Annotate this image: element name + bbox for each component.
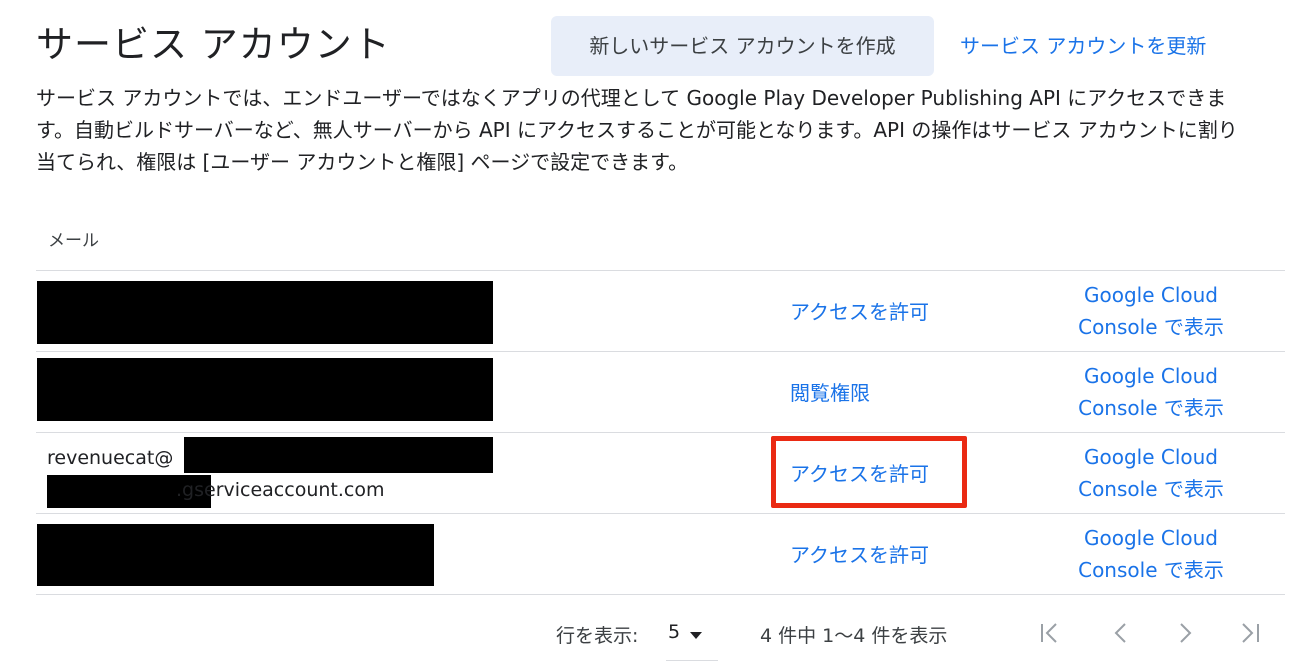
rows-per-page-value: 5 xyxy=(668,621,681,643)
rows-per-page-label: 行を表示: xyxy=(556,625,639,647)
view-in-cloud-console-link[interactable]: Google Cloud Console で表示 xyxy=(1036,522,1266,586)
redacted-email xyxy=(37,524,434,586)
view-permission-link[interactable]: 閲覧権限 xyxy=(790,377,990,406)
email-prefix: revenuecat@ xyxy=(47,447,174,469)
pagination-range: 4 件中 1〜4 件を表示 xyxy=(760,625,948,647)
table-row: アクセスを許可 Google Cloud Console で表示 xyxy=(36,514,1285,594)
next-page-icon[interactable] xyxy=(1166,613,1206,653)
page-title: サービス アカウント xyxy=(36,23,391,66)
console-link-line1: Google Cloud xyxy=(1083,364,1218,388)
description-text: サービス アカウントでは、エンドユーザーではなくアプリの代理として Google… xyxy=(36,86,1238,174)
refresh-service-accounts-link[interactable]: サービス アカウントを更新 xyxy=(946,16,1266,76)
redacted-email xyxy=(37,358,493,421)
table-row: 閲覧権限 Google Cloud Console で表示 xyxy=(36,352,1285,432)
column-header-email: メール xyxy=(48,231,99,251)
view-in-cloud-console-link[interactable]: Google Cloud Console で表示 xyxy=(1036,360,1266,424)
grant-access-link[interactable]: アクセスを許可 xyxy=(790,458,990,487)
redacted-email-part xyxy=(184,437,493,473)
console-link-line2: Console で表示 xyxy=(1078,396,1224,420)
first-page-icon[interactable] xyxy=(1030,613,1070,653)
console-link-line1: Google Cloud xyxy=(1083,283,1218,307)
grant-access-link[interactable]: アクセスを許可 xyxy=(790,296,990,325)
console-link-line2: Console で表示 xyxy=(1078,477,1224,501)
table-row: アクセスを許可 Google Cloud Console で表示 xyxy=(36,271,1285,351)
console-link-line2: Console で表示 xyxy=(1078,558,1224,582)
dropdown-caret-icon xyxy=(690,632,702,639)
console-link-line1: Google Cloud xyxy=(1083,526,1218,550)
email-suffix: .gserviceaccount.com xyxy=(176,479,385,501)
last-page-icon[interactable] xyxy=(1230,613,1270,653)
view-in-cloud-console-link[interactable]: Google Cloud Console で表示 xyxy=(1036,441,1266,505)
console-link-line2: Console で表示 xyxy=(1078,315,1224,339)
table-divider xyxy=(36,594,1285,595)
view-in-cloud-console-link[interactable]: Google Cloud Console で表示 xyxy=(1036,279,1266,343)
table-row: revenuecat@ .gserviceaccount.com アクセスを許可… xyxy=(36,433,1285,513)
create-service-account-button[interactable]: 新しいサービス アカウントを作成 xyxy=(551,16,934,76)
redacted-email xyxy=(37,281,493,344)
grant-access-link[interactable]: アクセスを許可 xyxy=(790,539,990,568)
previous-page-icon[interactable] xyxy=(1100,613,1140,653)
rows-per-page-select[interactable]: 5 xyxy=(666,612,718,661)
console-link-line1: Google Cloud xyxy=(1083,445,1218,469)
